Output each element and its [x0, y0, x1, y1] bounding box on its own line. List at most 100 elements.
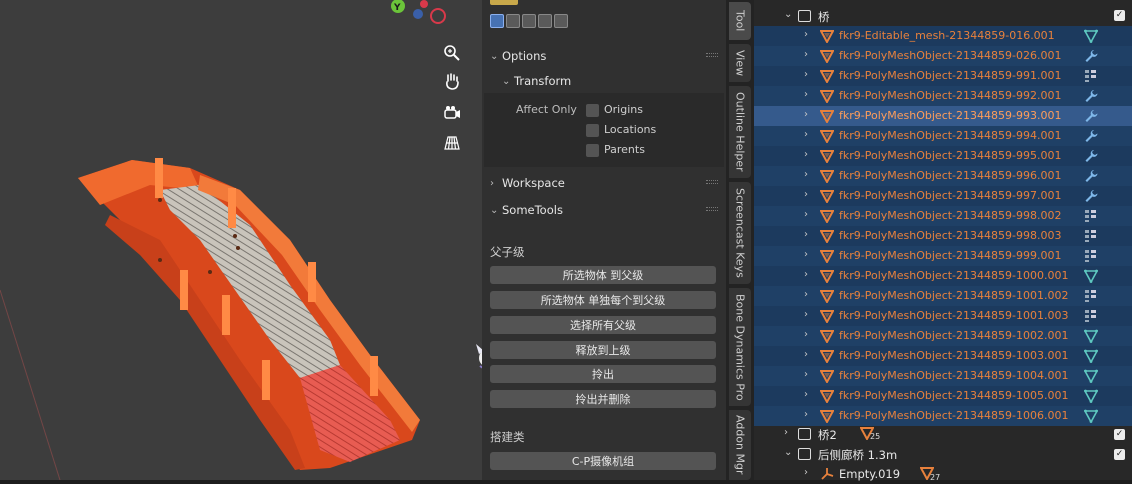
- collection-row[interactable]: ⌄ 桥 ✓: [754, 6, 1132, 26]
- workspace-header[interactable]: › Workspace: [490, 172, 565, 194]
- drag-grip-icon[interactable]: [706, 180, 718, 184]
- drag-grip-icon[interactable]: [706, 53, 718, 57]
- checkbox-icon[interactable]: ✓: [1114, 10, 1125, 21]
- object-row[interactable]: › fkr9-PolyMeshObject-21344859-999.001: [754, 246, 1132, 266]
- chevron-right-icon[interactable]: ›: [804, 69, 808, 80]
- tab-screencast-keys[interactable]: Screencast Keys: [729, 182, 751, 284]
- object-row[interactable]: › fkr9-PolyMeshObject-21344859-1002.001: [754, 326, 1132, 346]
- vertex-groups-icon[interactable]: [1084, 229, 1098, 243]
- origins-checkbox[interactable]: [586, 104, 599, 117]
- chevron-right-icon[interactable]: ›: [804, 169, 808, 180]
- mesh-data-icon[interactable]: [1083, 349, 1099, 364]
- tab-tool[interactable]: Tool: [729, 2, 751, 40]
- sometools-header[interactable]: ⌄ SomeTools: [490, 199, 563, 221]
- object-name[interactable]: fkr9-PolyMeshObject-21344859-993.001: [839, 109, 1061, 122]
- wrench-icon[interactable]: [1084, 129, 1098, 143]
- chevron-right-icon[interactable]: ›: [804, 329, 808, 340]
- collection-row[interactable]: › 桥2 25 ✓: [754, 424, 1132, 444]
- object-row[interactable]: › fkr9-PolyMeshObject-21344859-1004.001: [754, 366, 1132, 386]
- object-row[interactable]: › fkr9-PolyMeshObject-21344859-993.001: [754, 106, 1132, 126]
- 3d-viewport[interactable]: Y: [0, 0, 482, 480]
- select-invert-icon[interactable]: [538, 14, 552, 28]
- chevron-right-icon[interactable]: ›: [804, 49, 808, 60]
- chevron-right-icon[interactable]: ›: [804, 467, 808, 478]
- wrench-icon[interactable]: [1084, 149, 1098, 163]
- object-name[interactable]: fkr9-PolyMeshObject-21344859-1001.002: [839, 289, 1068, 302]
- tab-view[interactable]: View: [729, 44, 751, 82]
- drag-grip-icon[interactable]: [706, 207, 718, 211]
- object-name[interactable]: fkr9-PolyMeshObject-21344859-1002.001: [839, 329, 1068, 342]
- object-name[interactable]: fkr9-PolyMeshObject-21344859-998.002: [839, 209, 1061, 222]
- vertex-groups-icon[interactable]: [1084, 309, 1098, 323]
- object-name[interactable]: fkr9-PolyMeshObject-21344859-995.001: [839, 149, 1061, 162]
- wrench-icon[interactable]: [1084, 169, 1098, 183]
- object-name[interactable]: fkr9-PolyMeshObject-21344859-997.001: [839, 189, 1061, 202]
- wrench-icon[interactable]: [1084, 189, 1098, 203]
- mesh-data-icon[interactable]: [1083, 269, 1099, 284]
- tab-bone-dynamics-pro[interactable]: Bone Dynamics Pro: [729, 288, 751, 406]
- empty-row[interactable]: › Empty.019 27: [754, 464, 1132, 484]
- chevron-right-icon[interactable]: ›: [804, 89, 808, 100]
- transform-header[interactable]: ⌄ Transform: [502, 70, 571, 92]
- parent-button-3[interactable]: 选择所有父级: [490, 316, 716, 334]
- parent-button-6[interactable]: 拎出并删除: [490, 390, 716, 408]
- wrench-icon[interactable]: [1084, 109, 1098, 123]
- object-name[interactable]: fkr9-PolyMeshObject-21344859-1001.003: [839, 309, 1068, 322]
- navigation-gizmo[interactable]: Y: [380, 0, 450, 28]
- collection-row[interactable]: ⌄ 后侧廊桥 1.3m ✓: [754, 444, 1132, 464]
- chevron-right-icon[interactable]: ›: [804, 129, 808, 140]
- object-row[interactable]: › fkr9-PolyMeshObject-21344859-998.003: [754, 226, 1132, 246]
- chevron-right-icon[interactable]: ›: [804, 189, 808, 200]
- chevron-right-icon[interactable]: ›: [784, 427, 788, 438]
- perspective-grid-icon[interactable]: [438, 130, 466, 156]
- wrench-icon[interactable]: [1084, 89, 1098, 103]
- object-row[interactable]: › fkr9-PolyMeshObject-21344859-998.002: [754, 206, 1132, 226]
- chevron-right-icon[interactable]: ›: [804, 349, 808, 360]
- mesh-data-icon[interactable]: [1083, 389, 1099, 404]
- object-row[interactable]: › fkr9-PolyMeshObject-21344859-1006.001: [754, 406, 1132, 426]
- bridge-model[interactable]: [0, 0, 482, 480]
- object-row[interactable]: › fkr9-PolyMeshObject-21344859-995.001: [754, 146, 1132, 166]
- object-name[interactable]: fkr9-PolyMeshObject-21344859-998.003: [839, 229, 1061, 242]
- chevron-right-icon[interactable]: ›: [804, 209, 808, 220]
- object-row[interactable]: › fkr9-PolyMeshObject-21344859-1000.001: [754, 266, 1132, 286]
- mesh-data-icon[interactable]: [1083, 369, 1099, 384]
- chevron-right-icon[interactable]: ›: [804, 369, 808, 380]
- chevron-right-icon[interactable]: ›: [804, 389, 808, 400]
- vertex-groups-icon[interactable]: [1084, 69, 1098, 83]
- object-name[interactable]: fkr9-PolyMeshObject-21344859-1005.001: [839, 389, 1068, 402]
- tab-addon-mgr[interactable]: Addon Mgr: [729, 410, 751, 480]
- object-name[interactable]: fkr9-PolyMeshObject-21344859-999.001: [839, 249, 1061, 262]
- chevron-down-icon[interactable]: ⌄: [784, 447, 792, 458]
- vertex-groups-icon[interactable]: [1084, 289, 1098, 303]
- chevron-right-icon[interactable]: ›: [804, 29, 808, 40]
- camera-group-button[interactable]: C-P摄像机组: [490, 452, 716, 470]
- object-row[interactable]: › fkr9-PolyMeshObject-21344859-992.001: [754, 86, 1132, 106]
- wrench-icon[interactable]: [1084, 49, 1098, 63]
- object-row[interactable]: › fkr9-PolyMeshObject-21344859-1001.003: [754, 306, 1132, 326]
- object-row[interactable]: › fkr9-PolyMeshObject-21344859-026.001: [754, 46, 1132, 66]
- parents-checkbox[interactable]: [586, 144, 599, 157]
- chevron-right-icon[interactable]: ›: [804, 229, 808, 240]
- vertex-groups-icon[interactable]: [1084, 249, 1098, 263]
- options-header[interactable]: ⌄ Options: [490, 45, 546, 67]
- object-row[interactable]: › fkr9-PolyMeshObject-21344859-994.001: [754, 126, 1132, 146]
- object-row[interactable]: › fkr9-PolyMeshObject-21344859-1005.001: [754, 386, 1132, 406]
- parent-button-5[interactable]: 拎出: [490, 365, 716, 383]
- chevron-right-icon[interactable]: ›: [804, 269, 808, 280]
- parent-button-2[interactable]: 所选物体 单独每个到父级: [490, 291, 716, 309]
- chevron-right-icon[interactable]: ›: [804, 409, 808, 420]
- locations-checkbox[interactable]: [586, 124, 599, 137]
- mesh-data-icon[interactable]: [1083, 329, 1099, 344]
- vertex-groups-icon[interactable]: [1084, 209, 1098, 223]
- mesh-data-icon[interactable]: [1083, 29, 1099, 44]
- select-intersect-icon[interactable]: [554, 14, 568, 28]
- object-name[interactable]: fkr9-PolyMeshObject-21344859-1004.001: [839, 369, 1068, 382]
- object-name[interactable]: fkr9-PolyMeshObject-21344859-026.001: [839, 49, 1061, 62]
- pan-hand-icon[interactable]: [438, 68, 466, 94]
- object-name[interactable]: fkr9-PolyMeshObject-21344859-1003.001: [839, 349, 1068, 362]
- chevron-right-icon[interactable]: ›: [804, 109, 808, 120]
- parent-button-1[interactable]: 所选物体 到父级: [490, 266, 716, 284]
- object-name[interactable]: fkr9-PolyMeshObject-21344859-992.001: [839, 89, 1061, 102]
- object-name[interactable]: fkr9-PolyMeshObject-21344859-996.001: [839, 169, 1061, 182]
